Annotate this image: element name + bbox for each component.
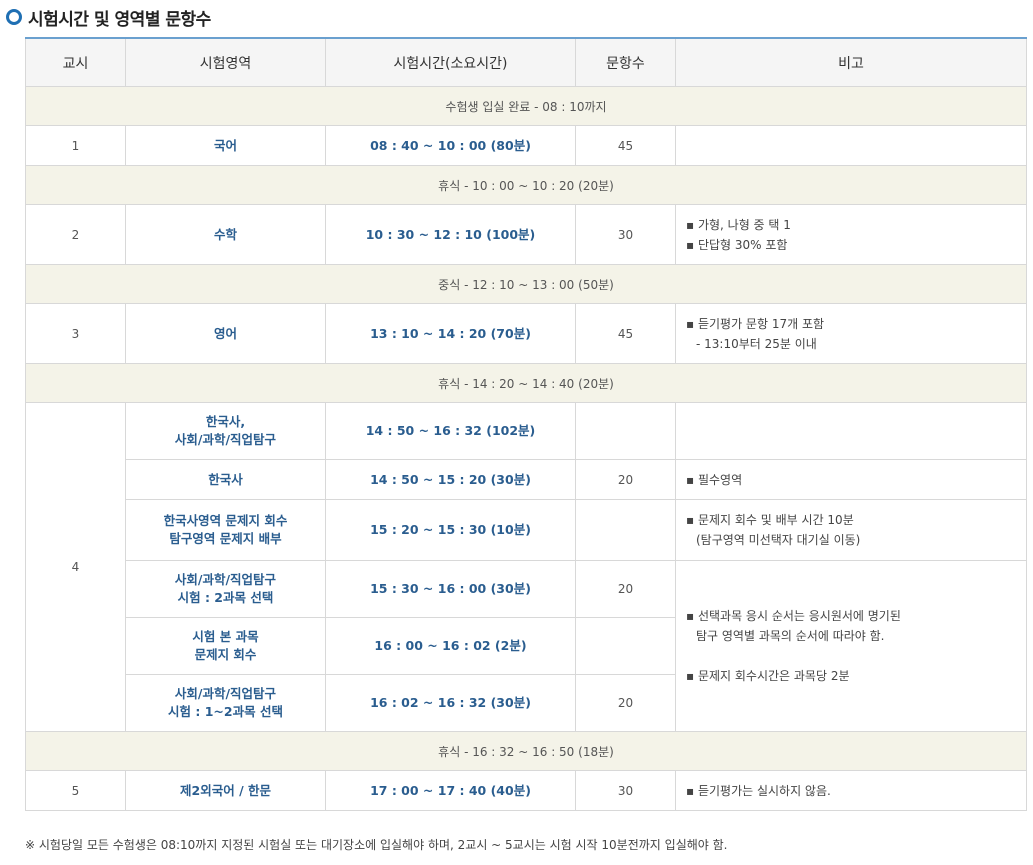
time-cell: 16 : 02 ~ 16 : 32 (30분)	[325, 674, 576, 732]
subject-line: 탐구영역 문제지 배부	[169, 531, 282, 546]
count-cell	[575, 617, 676, 675]
count-cell: 20	[575, 560, 676, 618]
subject-line: 사회/과학/직업탐구	[174, 686, 277, 701]
subject-cell: 사회/과학/직업탐구 시험 : 1~2과목 선택	[125, 674, 326, 732]
break-row-rest3: 휴식 - 16 : 32 ~ 16 : 50 (18분)	[25, 731, 1027, 771]
break-text: 휴식 - 16 : 32 ~ 16 : 50 (18분)	[25, 731, 1027, 771]
time-cell: 17 : 00 ~ 17 : 40 (40분)	[325, 770, 576, 811]
subject-cell: 사회/과학/직업탐구 시험 : 2과목 선택	[125, 560, 326, 618]
subject-cell: 한국사	[125, 459, 326, 500]
period-cell: 4	[25, 402, 126, 732]
section-title: 시험시간 및 영역별 문항수	[6, 4, 211, 30]
subject-cell: 영어	[125, 303, 326, 364]
subject-cell: 한국사영역 문제지 회수 탐구영역 문제지 배부	[125, 499, 326, 561]
subject-cell: 한국사, 사회/과학/직업탐구	[125, 402, 326, 460]
note-line: ▪ 단답형 30% 포함	[686, 237, 788, 252]
note-line: ▪ 가형, 나형 중 택 1	[686, 217, 791, 232]
count-cell: 20	[575, 674, 676, 732]
subject-line: 시험 : 2과목 선택	[177, 590, 274, 605]
note-cell	[675, 402, 1027, 460]
subject-line: 한국사,	[205, 414, 246, 429]
subject-line: 시험 : 1~2과목 선택	[168, 704, 283, 719]
break-text: 수험생 입실 완료 - 08 : 10까지	[25, 86, 1027, 126]
break-row-entry: 수험생 입실 완료 - 08 : 10까지	[25, 86, 1027, 126]
col-header-note: 비고	[675, 37, 1027, 87]
note-line: ▪ 문제지 회수시간은 과목당 2분	[686, 669, 850, 683]
note-line: ▪ 선택과목 응시 순서는 응시원서에 명기된	[686, 609, 901, 623]
period-cell: 5	[25, 770, 126, 811]
time-cell: 14 : 50 ~ 15 : 20 (30분)	[325, 459, 576, 500]
exam-schedule-table: 교시 시험영역 시험시간(소요시간) 문항수 비고 수험생 입실 완료 - 08…	[25, 37, 1027, 811]
note-cell: ▪ 필수영역	[675, 459, 1027, 500]
table-row: 3 영어 13 : 10 ~ 14 : 20 (70분) 45 ▪ 듣기평가 문…	[25, 303, 1027, 364]
period-cell: 1	[25, 125, 126, 166]
table-row: 한국사영역 문제지 회수 탐구영역 문제지 배부 15 : 20 ~ 15 : …	[26, 499, 1027, 561]
time-cell: 10 : 30 ~ 12 : 10 (100분)	[325, 204, 576, 265]
period-cell: 2	[25, 204, 126, 265]
period-cell: 3	[25, 303, 126, 364]
time-cell: 16 : 00 ~ 16 : 02 (2분)	[325, 617, 576, 675]
count-cell: 45	[575, 125, 676, 166]
table-row: 사회/과학/직업탐구 시험 : 2과목 선택 15 : 30 ~ 16 : 00…	[26, 560, 1027, 732]
count-cell: 30	[575, 204, 676, 265]
footer-note: ※ 시험당일 모든 수험생은 08:10까지 지정된 시험실 또는 대기장소에 …	[25, 838, 728, 852]
note-cell: ▪ 문제지 회수 및 배부 시간 10분 (탐구영역 미선택자 대기실 이동)	[675, 499, 1027, 561]
break-row-rest1: 휴식 - 10 : 00 ~ 10 : 20 (20분)	[25, 165, 1027, 205]
page-title: 시험시간 및 영역별 문항수	[28, 9, 211, 30]
table-row: 2 수학 10 : 30 ~ 12 : 10 (100분) 30 ▪ 가형, 나…	[25, 204, 1027, 265]
table-row: 1 국어 08 : 40 ~ 10 : 00 (80분) 45	[25, 125, 1027, 166]
table-row: 4 한국사, 사회/과학/직업탐구 14 : 50 ~ 16 : 32 (102…	[25, 402, 1027, 732]
subject-cell: 수학	[125, 204, 326, 265]
break-text: 휴식 - 10 : 00 ~ 10 : 20 (20분)	[25, 165, 1027, 205]
note-line: 탐구 영역별 과목의 순서에 따라야 함.	[696, 629, 885, 643]
note-cell	[675, 125, 1027, 166]
subject-line: 시험 본 과목	[192, 629, 259, 644]
circle-bullet-icon	[6, 9, 22, 25]
col-header-subject: 시험영역	[125, 37, 326, 87]
subject-line: 문제지 회수	[194, 647, 257, 662]
note-line: ▪ 문제지 회수 및 배부 시간 10분	[686, 513, 854, 527]
subject-cell: 제2외국어 / 한문	[125, 770, 326, 811]
subject-line: 사회/과학/직업탐구	[174, 432, 277, 447]
break-text: 중식 - 12 : 10 ~ 13 : 00 (50분)	[25, 264, 1027, 304]
time-cell: 13 : 10 ~ 14 : 20 (70분)	[325, 303, 576, 364]
time-cell: 14 : 50 ~ 16 : 32 (102분)	[325, 402, 576, 460]
subject-line: 한국사영역 문제지 회수	[163, 513, 288, 528]
note-cell: ▪ 듣기평가는 실시하지 않음.	[675, 770, 1027, 811]
count-cell: 30	[575, 770, 676, 811]
note-cell: ▪ 듣기평가 문항 17개 포함 - 13:10부터 25분 이내	[675, 303, 1027, 364]
col-header-period: 교시	[25, 37, 126, 87]
time-cell: 08 : 40 ~ 10 : 00 (80분)	[325, 125, 576, 166]
table-row: 5 제2외국어 / 한문 17 : 00 ~ 17 : 40 (40분) 30 …	[25, 770, 1027, 811]
count-cell: 20	[575, 459, 676, 500]
count-cell: 45	[575, 303, 676, 364]
time-cell: 15 : 20 ~ 15 : 30 (10분)	[325, 499, 576, 561]
time-cell: 15 : 30 ~ 16 : 00 (30분)	[325, 560, 576, 618]
note-line: - 13:10부터 25분 이내	[696, 336, 817, 351]
break-row-rest2: 휴식 - 14 : 20 ~ 14 : 40 (20분)	[25, 363, 1027, 403]
break-text: 휴식 - 14 : 20 ~ 14 : 40 (20분)	[25, 363, 1027, 403]
count-cell	[575, 402, 676, 460]
table-row: 한국사 14 : 50 ~ 15 : 20 (30분) 20 ▪ 필수영역	[26, 459, 1027, 500]
note-line: ▪ 듣기평가 문항 17개 포함	[686, 316, 825, 331]
note-cell: ▪ 가형, 나형 중 택 1 ▪ 단답형 30% 포함	[675, 204, 1027, 265]
subject-cell: 국어	[125, 125, 326, 166]
subject-line: 사회/과학/직업탐구	[174, 572, 277, 587]
note-line: (탐구영역 미선택자 대기실 이동)	[696, 533, 861, 547]
count-cell	[575, 499, 676, 561]
col-header-time: 시험시간(소요시간)	[325, 37, 576, 87]
table-header-row: 교시 시험영역 시험시간(소요시간) 문항수 비고	[25, 37, 1027, 87]
note-cell: ▪ 선택과목 응시 순서는 응시원서에 명기된 탐구 영역별 과목의 순서에 따…	[675, 560, 1027, 732]
break-row-lunch: 중식 - 12 : 10 ~ 13 : 00 (50분)	[25, 264, 1027, 304]
col-header-count: 문항수	[575, 37, 676, 87]
subject-cell: 시험 본 과목 문제지 회수	[125, 617, 326, 675]
